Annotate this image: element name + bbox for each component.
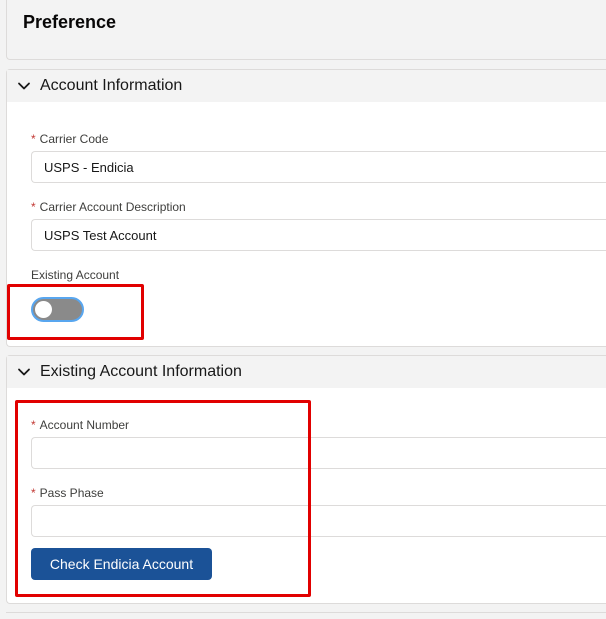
chevron-down-icon <box>17 79 31 93</box>
existing-account-label: Existing Account <box>31 268 120 282</box>
page-title: Preference <box>23 12 117 32</box>
required-indicator: * <box>31 200 36 214</box>
carrier-account-description-label-text: Carrier Account Description <box>39 200 186 214</box>
carrier-code-label: * Carrier Code <box>31 132 108 146</box>
carrier-account-description-label: * Carrier Account Description <box>31 200 186 214</box>
carrier-code-label-text: Carrier Code <box>39 132 109 146</box>
page-header: Preference <box>6 0 606 60</box>
section-title: Account Information <box>40 77 183 94</box>
section-title: Existing Account Information <box>40 363 242 380</box>
existing-account-fields-highlight-box <box>15 400 311 597</box>
account-information-section-header[interactable]: Account Information <box>7 70 606 102</box>
existing-account-information-section-header[interactable]: Existing Account Information <box>7 356 606 388</box>
carrier-code-input[interactable] <box>31 151 606 183</box>
toggle-highlight-box <box>7 284 144 340</box>
carrier-account-description-input[interactable] <box>31 219 606 251</box>
required-indicator: * <box>31 132 36 146</box>
chevron-down-icon <box>17 365 31 379</box>
